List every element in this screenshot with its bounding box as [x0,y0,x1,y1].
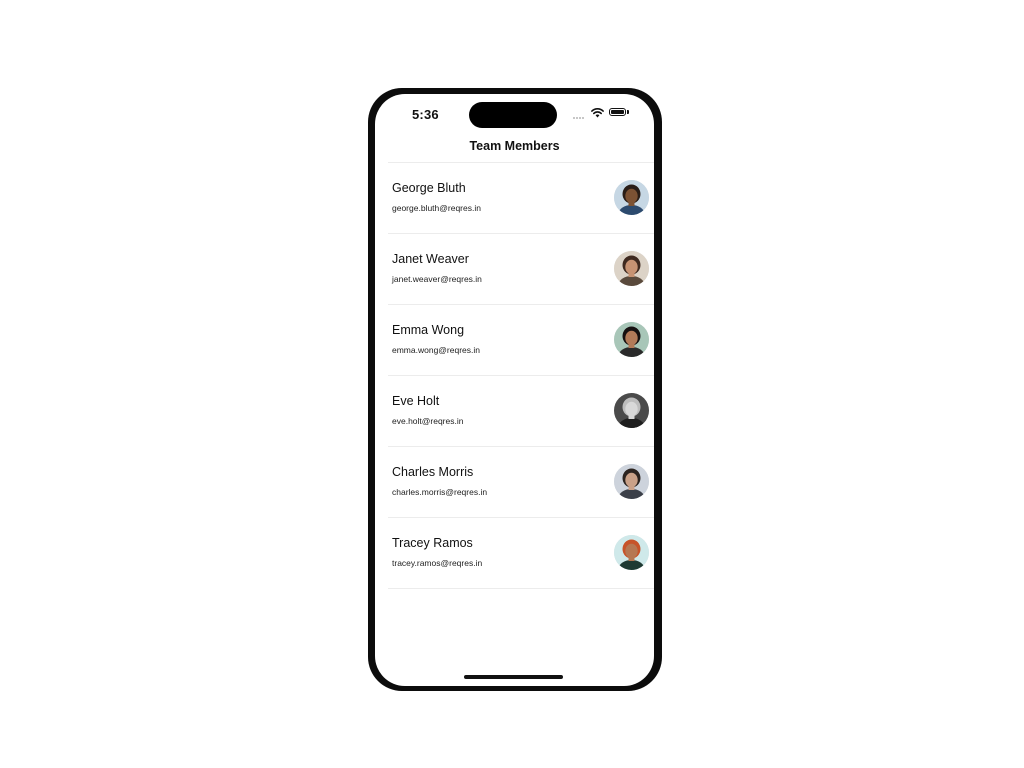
battery-tip [627,110,629,114]
dynamic-island [469,102,557,128]
wifi-icon [591,108,604,118]
status-time: 5:36 [412,107,439,122]
member-email: janet.weaver@reqres.in [392,274,482,284]
member-list: George Bluth george.bluth@reqres.in Jane… [388,163,654,589]
avatar [614,322,649,357]
member-name: Janet Weaver [392,252,469,266]
status-bar: 5:36 [375,94,654,134]
member-name: George Bluth [392,181,466,195]
avatar-image [614,535,649,570]
page-title: Team Members [469,139,560,153]
list-item-eve-holt[interactable]: Eve Holt eve.holt@reqres.in [388,376,654,447]
avatar [614,464,649,499]
home-indicator[interactable] [464,675,563,679]
list-item-george-bluth[interactable]: George Bluth george.bluth@reqres.in [388,163,654,234]
battery-icon [609,108,626,116]
avatar [614,251,649,286]
cellular-signal-icon [573,116,588,119]
avatar [614,180,649,215]
avatar [614,535,649,570]
member-name: Tracey Ramos [392,536,473,550]
avatar-image [614,180,649,215]
member-email: charles.morris@reqres.in [392,487,488,497]
app-screen: 5:36 Team Members George Bluth george.bl… [375,94,654,686]
member-name: Charles Morris [392,465,474,479]
avatar [614,393,649,428]
list-item-janet-weaver[interactable]: Janet Weaver janet.weaver@reqres.in [388,234,654,305]
avatar-image [614,393,649,428]
member-email: eve.holt@reqres.in [392,416,464,426]
list-item-emma-wong[interactable]: Emma Wong emma.wong@reqres.in [388,305,654,376]
list-item-charles-morris[interactable]: Charles Morris charles.morris@reqres.in [388,447,654,518]
member-email: tracey.ramos@reqres.in [392,558,483,568]
member-email: george.bluth@reqres.in [392,203,481,213]
member-name: Emma Wong [392,323,465,337]
avatar-image [614,464,649,499]
phone-frame: 5:36 Team Members George Bluth george.bl… [368,88,662,691]
member-name: Eve Holt [392,394,440,408]
avatar-image [614,322,649,357]
member-email: emma.wong@reqres.in [392,345,480,355]
list-item-tracey-ramos[interactable]: Tracey Ramos tracey.ramos@reqres.in [388,518,654,589]
avatar-image [614,251,649,286]
